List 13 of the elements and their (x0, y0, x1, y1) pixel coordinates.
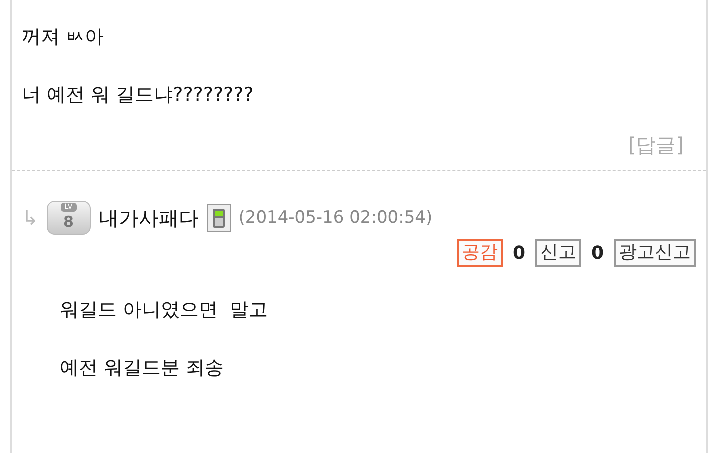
timestamp: (2014-05-16 02:00:54) (238, 208, 433, 228)
reply-text: 워길드 아니였으면 말고 (60, 298, 270, 323)
reply-text: 예전 워길드분 죄송 (60, 356, 226, 381)
action-button[interactable]: 광고신고 (614, 239, 696, 267)
comment-text: 너 예전 워 길드냐???????? (22, 83, 255, 108)
action-button[interactable]: 신고 (535, 239, 582, 267)
action-count: 0 (591, 242, 604, 264)
comment-text: 꺼져 ㅄ아 (22, 25, 106, 50)
level-number: 8 (64, 212, 74, 232)
author-name[interactable]: 내가사패다 (98, 204, 199, 232)
action-count: 0 (512, 242, 526, 264)
reply-arrow: ↳ (22, 206, 39, 230)
mobile-phone-icon (206, 204, 231, 232)
